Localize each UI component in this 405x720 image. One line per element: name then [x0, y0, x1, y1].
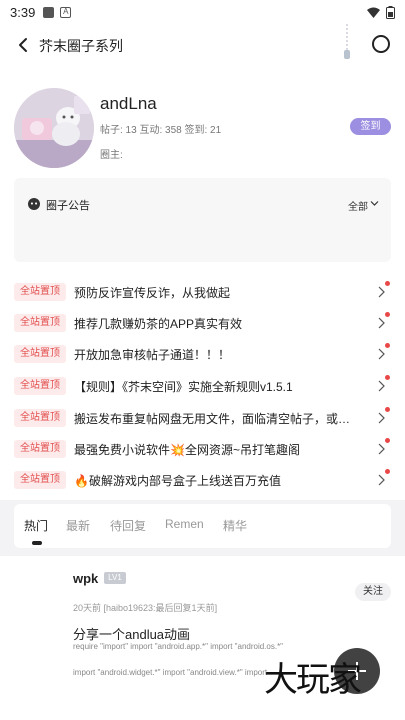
pinned-title: 开放加急审核帖子通道！！！ [74, 348, 231, 362]
post-title: 分享一个andlua动画 [73, 627, 191, 642]
pinned-badge: 全站置顶 [14, 283, 66, 301]
post-excerpt: require "import" import "android.app.*" … [73, 642, 284, 651]
chevron-right-icon [378, 443, 385, 455]
pull-cord-icon[interactable] [343, 24, 351, 60]
follow-button[interactable]: 关注 [355, 583, 391, 601]
unread-dot [385, 375, 390, 380]
pinned-item[interactable]: 全站置顶 【规则】《芥末空间》实施全新规则v1.5.1 [0, 368, 405, 398]
wifi-icon [367, 7, 380, 18]
unread-dot [385, 438, 390, 443]
announcement-card[interactable]: •• 圈子公告 全部 [14, 178, 391, 262]
user-level-badge: LV1 [104, 572, 126, 584]
pinned-badge: 全站置顶 [14, 471, 66, 489]
chevron-right-icon [378, 317, 385, 329]
back-arrow-icon[interactable] [14, 35, 34, 55]
watermark: 大玩家 [264, 660, 362, 700]
pinned-title: 🔥破解游戏内部号盒子上线送百万充值 [74, 474, 281, 488]
pinned-title: 搬运发布重复帖网盘无用文件，面临清空帖子，或… [74, 412, 351, 426]
pinned-item[interactable]: 全站置顶 🔥破解游戏内部号盒子上线送百万充值 [0, 462, 405, 492]
announcement-section: •• 圈子公告 全部 [0, 174, 405, 264]
pinned-title: 【规则】《芥末空间》实施全新规则v1.5.1 [74, 380, 293, 394]
chevron-right-icon [378, 348, 385, 360]
pinned-title: 推荐几款赚奶茶的APP真实有效 [74, 317, 243, 331]
feed-tabs: 热门 最新 待回复 Remen 精华 [14, 504, 391, 548]
pinned-badge: 全站置顶 [14, 314, 66, 332]
chevron-right-icon [378, 286, 385, 298]
unread-dot [385, 281, 390, 286]
announcement-filter[interactable]: 全部 [348, 198, 368, 213]
circle-avatar[interactable] [14, 88, 94, 168]
pinned-badge: 全站置顶 [14, 440, 66, 458]
unread-dot [385, 312, 390, 317]
chevron-down-icon[interactable] [370, 199, 379, 208]
circle-header: andLna 帖子: 13 互动: 358 签到: 21 圈主: 签到 [0, 66, 405, 174]
notification-icon [43, 6, 55, 18]
avatar-image [14, 88, 94, 168]
unread-dot [385, 469, 390, 474]
unread-dot [385, 343, 390, 348]
tab-latest[interactable]: 最新 [66, 517, 90, 534]
status-icons [367, 5, 395, 19]
status-time: 3:39 [10, 4, 36, 20]
tab-hot[interactable]: 热门 [24, 517, 48, 534]
more-circle-icon[interactable] [372, 35, 390, 53]
pinned-item[interactable]: 全站置顶 开放加急审核帖子通道！！！ [0, 336, 405, 366]
signin-button[interactable]: 签到 [350, 118, 391, 135]
chevron-right-icon [378, 380, 385, 392]
pinned-badge: 全站置顶 [14, 345, 66, 363]
pinned-title: 预防反诈宣传反诈，从我做起 [74, 286, 231, 300]
pinned-badge: 全站置顶 [14, 409, 66, 427]
tab-remen[interactable]: Remen [165, 517, 204, 531]
top-bar: 芥末圈子系列 [0, 24, 405, 66]
chevron-right-icon [378, 412, 385, 424]
pinned-title: 最强免费小说软件💥全网资源~吊打笔趣阁 [74, 443, 300, 457]
circle-owner: 圈主: [100, 150, 123, 161]
tab-awaiting-reply[interactable]: 待回复 [110, 517, 146, 534]
pinned-list: 全站置顶 预防反诈宣传反诈，从我做起 全站置顶 推荐几款赚奶茶的APP真实有效 … [0, 264, 405, 500]
circle-stats: 帖子: 13 互动: 358 签到: 21 [100, 125, 222, 136]
post-username[interactable]: wpk [73, 571, 98, 586]
post-meta: 20天前 [haibo19623:最后回复1天前] [73, 603, 218, 613]
app-notification-icon: A [60, 6, 72, 18]
unread-dot [385, 407, 390, 412]
chevron-right-icon [378, 474, 385, 486]
page-title: 芥末圈子系列 [39, 38, 123, 54]
pinned-badge: 全站置顶 [14, 377, 66, 395]
announcement-icon: •• [28, 198, 40, 210]
pinned-item[interactable]: 全站置顶 搬运发布重复帖网盘无用文件，面临清空帖子，或… [0, 400, 405, 430]
status-bar: 3:39 A [0, 0, 405, 24]
tab-indicator [32, 541, 42, 545]
pinned-item[interactable]: 全站置顶 最强免费小说软件💥全网资源~吊打笔趣阁 [0, 431, 405, 461]
battery-icon [386, 5, 395, 19]
pinned-item[interactable]: 全站置顶 预防反诈宣传反诈，从我做起 [0, 274, 405, 304]
pinned-item[interactable]: 全站置顶 推荐几款赚奶茶的APP真实有效 [0, 305, 405, 335]
announcement-title: 圈子公告 [46, 200, 90, 212]
tab-featured[interactable]: 精华 [223, 517, 247, 534]
post-card[interactable]: wpk LV1 20天前 [haibo19623:最后回复1天前] 关注 分享一… [0, 556, 405, 720]
circle-name: andLna [100, 94, 157, 113]
